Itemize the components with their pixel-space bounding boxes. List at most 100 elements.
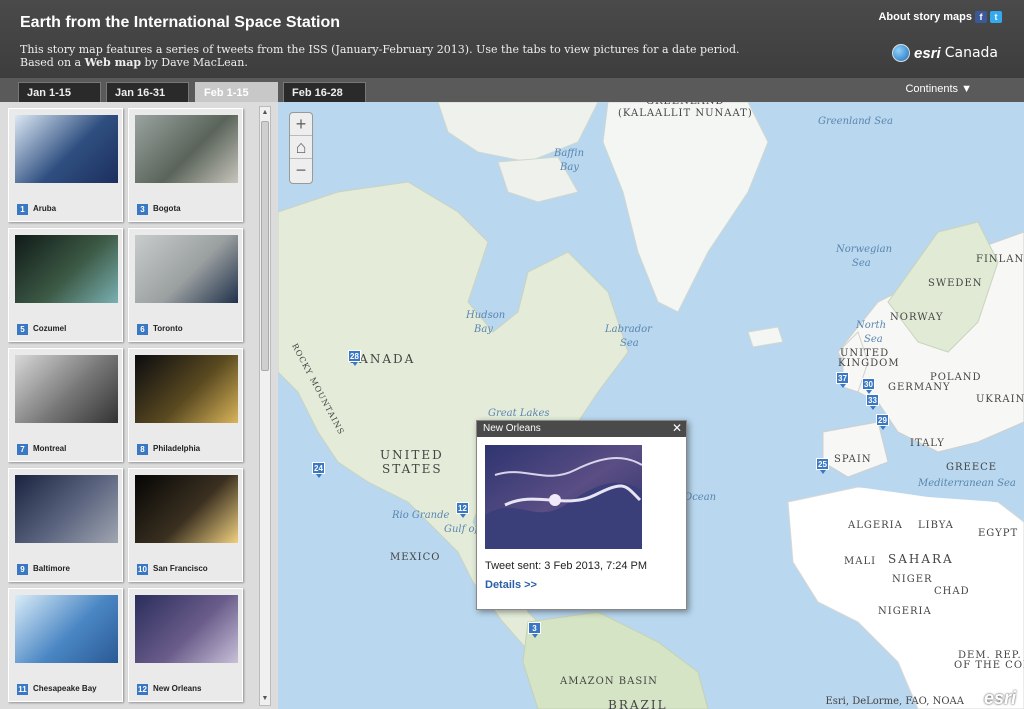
thumbnail-number: 1	[17, 204, 28, 215]
label-niger: NIGER	[892, 574, 933, 585]
thumbnail-photo[interactable]	[135, 355, 238, 423]
map-pin[interactable]: 12	[456, 502, 469, 518]
thumbnail-grid: 1 Aruba 3 Bogota 5 Cozumel 6 Toronto 7 Montreal 8 P…	[8, 108, 248, 709]
label-greenland-sea: Greenland Sea	[818, 116, 893, 127]
thumbnail-card[interactable]: 11 Chesapeake Bay	[8, 588, 123, 702]
tab-jan-1-15[interactable]: Jan 1-15	[18, 82, 101, 102]
popup-details-link[interactable]: Details >>	[485, 579, 537, 591]
label-algeria: ALGERIA	[848, 520, 903, 531]
thumbnail-label: Montreal	[33, 444, 67, 453]
thumbnail-card[interactable]: 3 Bogota	[128, 108, 243, 222]
label-finland: FINLAND	[976, 254, 1024, 265]
map-pin[interactable]: 24	[312, 462, 325, 478]
zoom-out-button[interactable]: −	[290, 159, 312, 182]
label-poland: POLAND	[930, 372, 982, 383]
label-kalaallit: (KALAALLIT NUNAAT)	[618, 108, 753, 119]
zoom-in-button[interactable]: +	[290, 113, 312, 136]
thumbnail-card[interactable]: 8 Philadelphia	[128, 348, 243, 462]
map-pin[interactable]: 30	[862, 378, 875, 394]
thumbnail-card[interactable]: 10 San Francisco	[128, 468, 243, 582]
thumbnail-card[interactable]: 5 Cozumel	[8, 228, 123, 342]
sidebar-scrollbar[interactable]: ▲ ▼	[259, 106, 271, 706]
popup-title: New Orleans	[483, 423, 541, 434]
page-subtitle: This story map features a series of twee…	[20, 43, 740, 69]
web-map-link[interactable]: Web map	[85, 56, 141, 69]
label-labrador-sea: Sea	[620, 338, 639, 349]
zoom-control: + ⌂ −	[289, 112, 313, 184]
thumbnail-card[interactable]: 1 Aruba	[8, 108, 123, 222]
label-baffin-bay: Bay	[560, 162, 579, 173]
thumbnail-card[interactable]: 9 Baltimore	[8, 468, 123, 582]
thumbnail-photo[interactable]	[15, 475, 118, 543]
thumbnail-photo[interactable]	[135, 235, 238, 303]
thumbnail-photo[interactable]	[135, 595, 238, 663]
map-view[interactable]: GREENLAND(KALAALLIT NUNAAT) Greenland Sea…	[278, 102, 1024, 709]
thumbnail-number: 12	[137, 684, 148, 695]
thumbnail-number: 6	[137, 324, 148, 335]
map-pin[interactable]: 29	[876, 414, 889, 430]
label-italy: ITALY	[910, 438, 945, 449]
home-icon[interactable]: ⌂	[290, 136, 312, 159]
thumbnail-label: Cozumel	[33, 324, 67, 333]
tab-feb-16-28[interactable]: Feb 16-28	[283, 82, 366, 102]
label-united: UNITED	[380, 448, 444, 462]
thumbnail-label: Toronto	[153, 324, 183, 333]
map-pin[interactable]: 28	[348, 350, 361, 366]
tab-jan-16-31[interactable]: Jan 16-31	[106, 82, 189, 102]
about-story-maps-link[interactable]: About story maps	[878, 11, 972, 23]
esri-map-logo: esri	[983, 688, 1016, 708]
thumbnail-label: Baltimore	[33, 564, 70, 573]
continents-dropdown[interactable]: Continents ▼	[905, 83, 972, 95]
close-icon[interactable]: ✕	[672, 421, 682, 435]
thumbnail-number: 3	[137, 204, 148, 215]
label-germany: GERMANY	[888, 382, 951, 393]
label-gulf: Gulf of	[444, 524, 479, 535]
date-tabs: Jan 1-15 Jan 16-31 Feb 1-15 Feb 16-28 Co…	[0, 78, 1024, 102]
thumbnail-label: San Francisco	[153, 564, 208, 573]
label-north-sea: Sea	[864, 334, 883, 345]
thumbnail-label: Aruba	[33, 204, 57, 213]
label-baffin: Baffin	[554, 148, 585, 159]
label-ukraine: UKRAINE	[976, 394, 1024, 405]
label-north: North	[856, 320, 887, 331]
twitter-icon[interactable]: t	[990, 11, 1002, 23]
label-egypt: EGYPT	[978, 528, 1019, 539]
label-sweden: SWEDEN	[928, 278, 983, 289]
thumbnail-photo[interactable]	[15, 115, 118, 183]
thumbnail-photo[interactable]	[15, 235, 118, 303]
page-title: Earth from the International Space Stati…	[20, 14, 341, 31]
thumbnail-photo[interactable]	[15, 355, 118, 423]
label-uk2: KINGDOM	[838, 358, 900, 369]
thumbnail-photo[interactable]	[135, 115, 238, 183]
tab-feb-1-15[interactable]: Feb 1-15	[195, 82, 278, 102]
label-mali: MALI	[844, 556, 877, 567]
label-labrador: Labrador	[605, 324, 652, 335]
thumbnail-card[interactable]: 7 Montreal	[8, 348, 123, 462]
popup-photo[interactable]	[485, 445, 642, 549]
label-nigeria: NIGERIA	[878, 606, 932, 617]
map-pin[interactable]: 33	[866, 394, 879, 410]
esri-canada-logo[interactable]: esri Canada	[892, 44, 998, 62]
scroll-thumb[interactable]	[261, 121, 269, 371]
map-pin[interactable]: 3	[528, 622, 541, 638]
thumbnail-card[interactable]: 12 New Orleans	[128, 588, 243, 702]
label-rio: Rio Grande	[392, 510, 450, 521]
thumbnail-number: 10	[137, 564, 148, 575]
map-pin[interactable]: 37	[836, 372, 849, 388]
map-pin[interactable]: 25	[816, 458, 829, 474]
label-spain: SPAIN	[834, 454, 872, 465]
canada-wordmark: Canada	[944, 45, 998, 61]
thumbnail-number: 8	[137, 444, 148, 455]
label-ocean: Ocean	[684, 492, 717, 503]
thumbnail-number: 5	[17, 324, 28, 335]
thumbnail-photo[interactable]	[135, 475, 238, 543]
facebook-icon[interactable]: f	[975, 11, 987, 23]
scroll-down-arrow-icon[interactable]: ▼	[260, 694, 270, 704]
thumbnail-card[interactable]: 6 Toronto	[128, 228, 243, 342]
basemap	[278, 102, 1024, 709]
thumbnail-number: 11	[17, 684, 28, 695]
scroll-up-arrow-icon[interactable]: ▲	[260, 108, 270, 118]
thumbnail-photo[interactable]	[15, 595, 118, 663]
label-amazon: AMAZON BASIN	[560, 676, 658, 687]
thumbnail-label: Chesapeake Bay	[33, 684, 97, 693]
